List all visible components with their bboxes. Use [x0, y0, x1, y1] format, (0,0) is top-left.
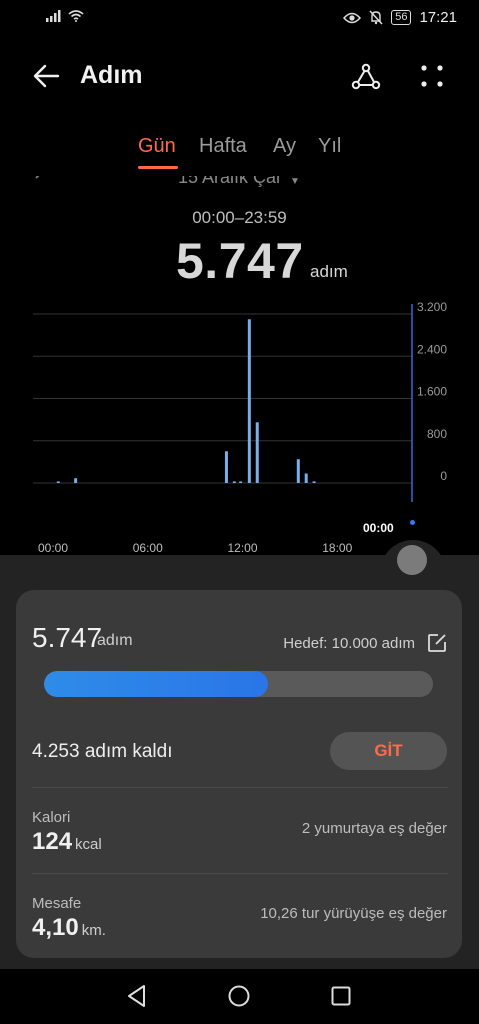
- clock: 17:21: [419, 9, 457, 26]
- tab-week[interactable]: Hafta: [199, 135, 247, 158]
- distance-number: 4,10: [32, 914, 79, 941]
- y-tick-label: 0: [440, 469, 447, 483]
- nav-home-icon[interactable]: [226, 983, 252, 1009]
- divider: [32, 787, 448, 788]
- back-arrow-icon[interactable]: [28, 58, 64, 94]
- bell-off-icon: [369, 10, 383, 25]
- chart-bar: [247, 319, 251, 483]
- steps-unit: adım: [97, 632, 133, 649]
- summary-card: 5.747 adım Hedef: 10.000 adım 4.253 adım…: [16, 590, 462, 958]
- date-label[interactable]: 15 Aralık Çar: [178, 176, 282, 188]
- page-title: Adım: [80, 61, 143, 89]
- y-tick-label: 1.600: [417, 385, 447, 399]
- tab-year[interactable]: Yıl: [318, 135, 341, 158]
- status-icons-left: [46, 10, 84, 22]
- chart-bar: [239, 481, 243, 483]
- goal-progress-bar: [44, 671, 433, 697]
- go-button[interactable]: GİT: [330, 732, 447, 770]
- time-range: 00:00–23:59: [192, 208, 287, 227]
- distance-value: 4,10 km.: [32, 914, 106, 942]
- x-tick-label: 12:00: [227, 541, 257, 555]
- y-tick-label: 2.400: [417, 342, 447, 356]
- steps-chart[interactable]: 3.200 2.400 1.600 800 0 00:00 06:00 12:00 18:00 …: [0, 290, 479, 560]
- tab-day[interactable]: Gün: [138, 135, 176, 158]
- status-icons-right: 56 17:21: [343, 9, 457, 26]
- current-time-dot: [410, 520, 415, 525]
- chart-bar: [74, 478, 78, 483]
- x-tick-label: 06:00: [133, 541, 163, 555]
- system-nav-bar: [0, 969, 479, 1024]
- x-tick-label: 00:00: [38, 541, 68, 555]
- more-options-icon[interactable]: [414, 58, 450, 94]
- y-tick-label: 800: [427, 427, 447, 441]
- goal-text: Hedef: 10.000 adım: [283, 635, 415, 652]
- calories-number: 124: [32, 828, 73, 855]
- chevron-left-icon[interactable]: [32, 176, 48, 188]
- calories-unit: kcal: [75, 836, 102, 853]
- dropdown-caret-icon[interactable]: ▼: [290, 176, 300, 187]
- calories-equivalent: 2 yumurtaya eş değer: [301, 820, 447, 837]
- calories-label: Kalori: [32, 809, 71, 826]
- chart-bar: [255, 422, 259, 483]
- x-tick-label: 18:00: [322, 541, 352, 555]
- chart-bar: [232, 481, 236, 483]
- calories-value: 124 kcal: [32, 828, 102, 856]
- distance-equivalent: 10,26 tur yürüyüşe eş değer: [260, 905, 447, 922]
- remaining-steps: 4.253 adım kaldı: [32, 741, 173, 762]
- divider: [32, 873, 448, 874]
- period-tabs: Gün Hafta Ay Yıl: [0, 135, 479, 175]
- total-steps-unit: adım: [310, 262, 348, 281]
- status-bar: 56 17:21: [0, 0, 479, 36]
- goal-progress-fill: [44, 671, 268, 697]
- signal-icon: [46, 10, 61, 22]
- chart-bar: [304, 473, 308, 483]
- edit-icon[interactable]: [425, 631, 449, 655]
- current-time-label: 00:00: [363, 521, 394, 535]
- drag-handle[interactable]: [397, 545, 427, 575]
- nav-back-icon[interactable]: [124, 983, 150, 1009]
- steps-chart-svg: 3.200 2.400 1.600 800 0 00:00 06:00 12:00 18:00: [33, 300, 447, 555]
- distance-label: Mesafe: [32, 895, 82, 912]
- nav-recents-icon[interactable]: [328, 983, 354, 1009]
- app-header: Adım: [0, 50, 479, 100]
- route-share-icon[interactable]: [348, 58, 384, 94]
- chart-bar: [296, 459, 300, 483]
- distance-unit: km.: [81, 922, 106, 939]
- wifi-icon: [68, 10, 84, 22]
- tab-month[interactable]: Ay: [273, 135, 296, 158]
- total-steps: 5.747: [176, 233, 304, 289]
- steps-count: 5.747: [32, 622, 103, 653]
- date-selector[interactable]: 15 Aralık Çar ▼: [0, 176, 479, 194]
- active-tab-indicator: [138, 166, 178, 169]
- chart-bar: [224, 451, 228, 483]
- chart-bar: [312, 481, 316, 483]
- y-tick-label: 3.200: [417, 300, 447, 314]
- eye-icon: [343, 12, 362, 23]
- chart-bar: [56, 481, 60, 483]
- battery-icon: 56: [391, 10, 412, 25]
